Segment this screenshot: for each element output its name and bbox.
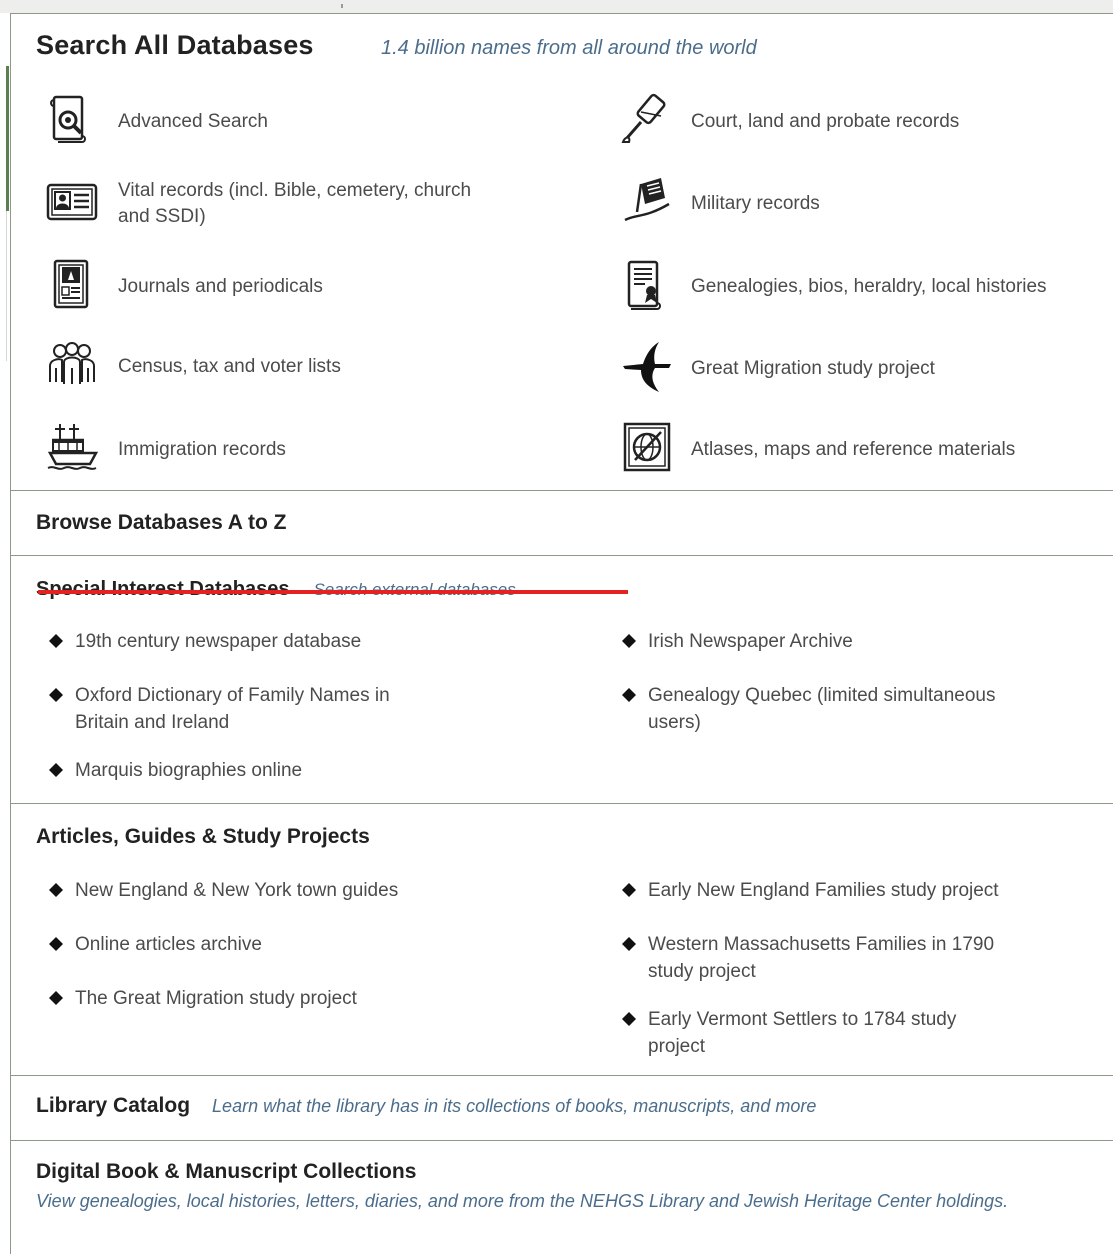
list-item-label: Irish Newspaper Archive (648, 631, 853, 652)
immigration-label: Immigration records (118, 439, 286, 460)
library-catalog-row: Library Catalog Learn what the library ha… (36, 1094, 816, 1118)
left-accent-bar (6, 66, 9, 211)
list-item[interactable]: Oxford Dictionary of Family Names in Bri… (47, 682, 390, 736)
census-label: Census, tax and voter lists (118, 356, 341, 377)
top-strip-tick (341, 4, 343, 8)
great-migration-link[interactable]: Great Migration study project (619, 338, 1099, 398)
list-item-label: 19th century newspaper database (75, 631, 362, 652)
divider-4 (10, 1075, 1113, 1076)
divider-3 (10, 803, 1113, 804)
advanced-search-link[interactable]: Advanced Search (44, 92, 464, 152)
digital-collections-link[interactable]: Digital Book & Manuscript Collections (36, 1160, 416, 1184)
immigration-icon (47, 424, 99, 470)
immigration-link[interactable]: Immigration records (44, 420, 464, 480)
search-all-heading[interactable]: Search All Databases (36, 30, 314, 61)
library-catalog-subtitle: Learn what the library has in its collec… (212, 1096, 817, 1116)
genealogies-link[interactable]: Genealogies, bios, heraldry, local histo… (619, 257, 1109, 317)
diamond-bullet-icon (622, 688, 636, 702)
genealogies-icon (627, 260, 661, 310)
vital-records-icon (46, 183, 98, 221)
military-icon (624, 178, 670, 222)
diamond-bullet-icon (622, 1012, 636, 1026)
diamond-bullet-icon (49, 634, 63, 648)
journals-icon (53, 259, 89, 309)
gavel-icon (621, 93, 666, 143)
diamond-bullet-icon (49, 883, 63, 897)
diamond-bullet-icon (49, 688, 63, 702)
list-item[interactable]: Early New England Families study project (620, 877, 999, 904)
strikethrough-mark (38, 590, 628, 594)
journals-link[interactable]: Journals and periodicals (44, 257, 464, 317)
special-interest-title: Special Interest Databases (36, 578, 290, 600)
great-migration-label: Great Migration study project (691, 358, 935, 379)
list-item-label: Early Vermont Settlers to 1784 study (648, 1009, 957, 1030)
list-item-label: Genealogy Quebec (limited simultaneous (648, 685, 996, 706)
library-catalog-link[interactable]: Library Catalog (36, 1094, 190, 1117)
left-edge-line (6, 211, 7, 361)
list-item[interactable]: Western Massachusetts Families in 1790 s… (620, 931, 994, 985)
atlases-link[interactable]: Atlases, maps and reference materials (619, 420, 1099, 480)
list-item[interactable]: 19th century newspaper database (47, 628, 361, 655)
digital-collections-subtitle: View genealogies, local histories, lette… (36, 1191, 1009, 1211)
diamond-bullet-icon (49, 937, 63, 951)
diamond-bullet-icon (622, 634, 636, 648)
list-item-label: Marquis biographies online (75, 760, 303, 781)
diamond-bullet-icon (49, 991, 63, 1005)
list-item-label: Western Massachusetts Families in 1790 (648, 934, 995, 955)
globe-icon (623, 422, 671, 472)
vital-records-label: Vital records (incl. Bible, cemetery, ch… (118, 180, 472, 201)
list-item-label: The Great Migration study project (75, 988, 357, 1009)
vital-records-link[interactable]: Vital records (incl. Bible, cemetery, ch… (44, 175, 524, 237)
list-item[interactable]: Early Vermont Settlers to 1784 study pro… (620, 1006, 956, 1060)
list-item-label-line2: project (648, 1036, 706, 1057)
atlases-label: Atlases, maps and reference materials (691, 439, 1016, 460)
list-item[interactable]: Marquis biographies online (47, 757, 302, 784)
divider-2 (10, 555, 1113, 556)
list-item[interactable]: The Great Migration study project (47, 985, 357, 1012)
advanced-search-label: Advanced Search (118, 111, 268, 132)
vital-records-label-line2: and SSDI) (118, 206, 206, 227)
divider-5 (10, 1140, 1113, 1141)
list-item-label: Early New England Families study project (648, 880, 999, 901)
list-item[interactable]: Genealogy Quebec (limited simultaneous u… (620, 682, 995, 736)
bird-icon (623, 342, 671, 392)
list-item-label: Oxford Dictionary of Family Names in (75, 685, 390, 706)
browse-a-to-z-link[interactable]: Browse Databases A to Z (36, 511, 287, 535)
census-link[interactable]: Census, tax and voter lists (44, 338, 464, 398)
list-item[interactable]: New England & New York town guides (47, 877, 398, 904)
diamond-bullet-icon (622, 883, 636, 897)
diamond-bullet-icon (622, 937, 636, 951)
list-item-label: New England & New York town guides (75, 880, 399, 901)
list-item-label-line2: users) (648, 712, 701, 733)
court-land-link[interactable]: Court, land and probate records (619, 92, 1099, 152)
military-label: Military records (691, 193, 820, 214)
top-strip (0, 0, 1113, 13)
list-item-label-line2: study project (648, 961, 756, 982)
military-link[interactable]: Military records (619, 174, 1099, 234)
court-land-label: Court, land and probate records (691, 111, 960, 132)
list-item-label-line2: Britain and Ireland (75, 712, 230, 733)
list-item[interactable]: Irish Newspaper Archive (620, 628, 853, 655)
advanced-search-icon (50, 95, 86, 143)
list-item-label: Online articles archive (75, 934, 262, 955)
list-item[interactable]: Online articles archive (47, 931, 262, 958)
search-all-subtitle: 1.4 billion names from all around the wo… (381, 37, 757, 59)
genealogies-label: Genealogies, bios, heraldry, local histo… (691, 276, 1047, 297)
census-icon (49, 342, 95, 384)
divider-1 (10, 490, 1113, 491)
diamond-bullet-icon (49, 763, 63, 777)
articles-heading: Articles, Guides & Study Projects (36, 825, 370, 848)
journals-label: Journals and periodicals (118, 276, 323, 297)
